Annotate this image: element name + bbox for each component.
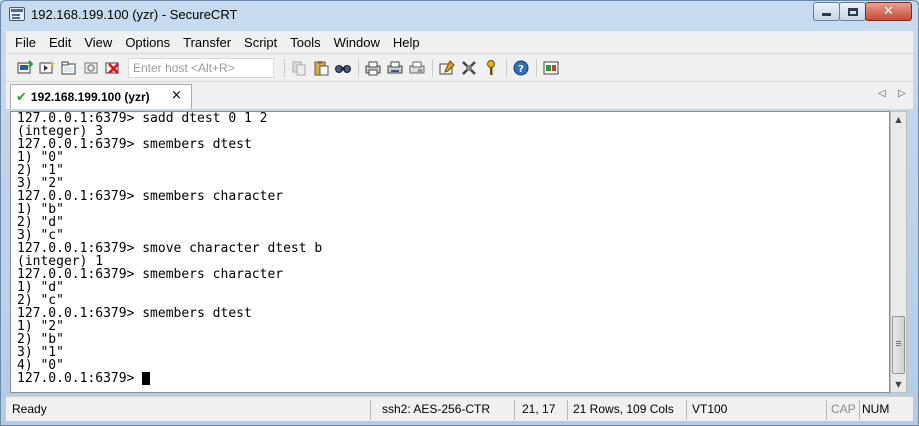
session-tab[interactable]: ✔ 192.168.199.100 (yzr) × bbox=[10, 84, 192, 109]
enter-host-input[interactable]: Enter host <Alt+R> bbox=[128, 57, 274, 78]
status-terminal-type: VT100 bbox=[692, 402, 728, 416]
keymap-icon[interactable] bbox=[482, 59, 500, 77]
status-bar: Ready ssh2: AES-256-CTR 21, 17 21 Rows, … bbox=[6, 396, 913, 421]
status-caps-lock: CAP bbox=[831, 402, 856, 416]
status-divider bbox=[859, 400, 860, 420]
status-cursor-position: 21, 17 bbox=[522, 402, 556, 416]
status-divider bbox=[567, 400, 568, 420]
status-divider bbox=[826, 400, 827, 420]
session-options-icon[interactable] bbox=[438, 59, 456, 77]
minimize-icon bbox=[822, 13, 831, 16]
status-num-lock: NUM bbox=[862, 402, 890, 416]
close-icon: ✕ bbox=[883, 4, 894, 19]
quick-connect-icon[interactable] bbox=[38, 59, 56, 77]
status-terminal-size: 21 Rows, 109 Cols bbox=[573, 402, 674, 416]
terminal-view[interactable]: 127.0.0.1:6379> sadd dtest 0 1 2 (integer… bbox=[10, 111, 890, 393]
help-icon[interactable]: ? bbox=[512, 59, 530, 77]
toolbar-separator bbox=[284, 58, 285, 77]
menu-help[interactable]: Help bbox=[393, 35, 420, 50]
menu-options[interactable]: Options bbox=[125, 35, 170, 50]
menu-view[interactable]: View bbox=[84, 35, 112, 50]
find-icon[interactable] bbox=[334, 59, 352, 77]
print-selection-icon[interactable] bbox=[386, 59, 404, 77]
toolbar-separator bbox=[506, 58, 507, 77]
terminal-prompt-line: 127.0.0.1:6379> bbox=[17, 372, 322, 385]
scroll-thumb[interactable] bbox=[892, 316, 905, 374]
securecrt-window: 192.168.199.100 (yzr) - SecureCRT ✕ File… bbox=[0, 0, 919, 426]
session-tab-label: 192.168.199.100 (yzr) bbox=[30, 90, 150, 104]
reconnect-icon[interactable] bbox=[82, 59, 100, 77]
menu-window[interactable]: Window bbox=[334, 35, 380, 50]
menu-transfer[interactable]: Transfer bbox=[183, 35, 231, 50]
connect-tab-icon[interactable] bbox=[60, 59, 78, 77]
connect-icon[interactable] bbox=[16, 59, 34, 77]
menu-edit[interactable]: Edit bbox=[49, 35, 71, 50]
paste-icon[interactable] bbox=[312, 59, 330, 77]
tab-close-icon[interactable]: × bbox=[171, 88, 182, 103]
menu-tools[interactable]: Tools bbox=[290, 35, 320, 50]
menu-file[interactable]: File bbox=[15, 35, 36, 50]
terminal-output: 127.0.0.1:6379> sadd dtest 0 1 2 (integer… bbox=[17, 112, 322, 385]
status-cipher: ssh2: AES-256-CTR bbox=[382, 402, 491, 416]
disconnect-icon[interactable] bbox=[104, 59, 122, 77]
minimize-button[interactable] bbox=[813, 2, 840, 21]
connected-check-icon: ✔ bbox=[16, 89, 27, 105]
svg-text:?: ? bbox=[518, 64, 524, 75]
menu-bar: File Edit View Options Transfer Script T… bbox=[6, 31, 913, 53]
maximize-button[interactable] bbox=[839, 2, 866, 21]
session-tab-bar: ✔ 192.168.199.100 (yzr) × ◁ ▷ bbox=[6, 82, 913, 109]
terminal-cursor bbox=[142, 372, 151, 385]
vertical-scrollbar[interactable]: ▲ ▼ bbox=[890, 111, 907, 393]
close-button[interactable]: ✕ bbox=[865, 2, 912, 21]
print-setup-icon[interactable] bbox=[408, 59, 426, 77]
toolbar: Enter host <Alt+R> ? bbox=[6, 54, 913, 82]
status-state: Ready bbox=[12, 402, 47, 416]
print-icon[interactable] bbox=[364, 59, 382, 77]
window-title: 192.168.199.100 (yzr) - SecureCRT bbox=[31, 7, 238, 22]
tab-next-icon[interactable]: ▷ bbox=[898, 88, 906, 99]
terminal-prompt: 127.0.0.1:6379> bbox=[17, 371, 143, 386]
scroll-up-icon[interactable]: ▲ bbox=[891, 112, 906, 127]
sftp-icon[interactable] bbox=[542, 59, 560, 77]
scroll-down-icon[interactable]: ▼ bbox=[891, 377, 906, 392]
toolbar-separator bbox=[358, 58, 359, 77]
tab-prev-icon[interactable]: ◁ bbox=[878, 88, 886, 99]
menu-script[interactable]: Script bbox=[244, 35, 277, 50]
status-divider bbox=[686, 400, 687, 420]
toolbar-separator bbox=[432, 58, 433, 77]
copy-icon[interactable] bbox=[290, 59, 308, 77]
toolbar-separator bbox=[536, 58, 537, 77]
global-options-icon[interactable] bbox=[460, 59, 478, 77]
maximize-icon bbox=[847, 7, 858, 16]
title-bar[interactable]: 192.168.199.100 (yzr) - SecureCRT ✕ bbox=[1, 1, 918, 29]
status-divider bbox=[514, 400, 515, 420]
securecrt-app-icon[interactable] bbox=[9, 7, 25, 21]
status-divider bbox=[370, 400, 371, 420]
